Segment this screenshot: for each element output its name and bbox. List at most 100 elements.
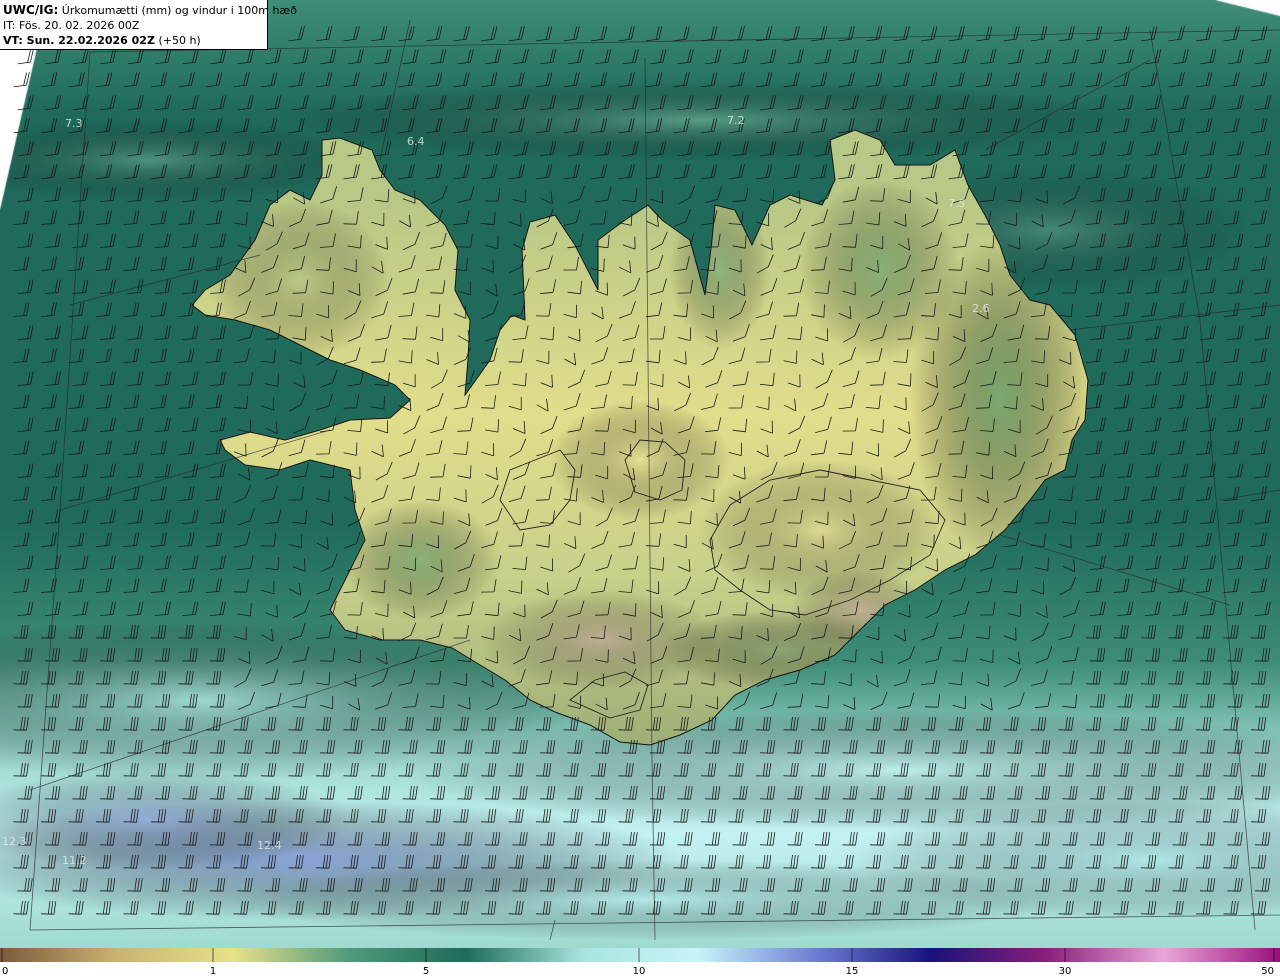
wind-barb <box>347 554 365 571</box>
wind-barb <box>426 209 444 227</box>
wind-barb <box>618 301 636 319</box>
wind-barb <box>622 372 638 386</box>
wind-barb <box>41 164 58 180</box>
wind-barb <box>732 650 746 664</box>
wind-barb <box>783 533 798 548</box>
wind-barb <box>233 443 247 457</box>
wind-barb <box>127 233 144 248</box>
wind-barb <box>567 785 583 800</box>
wind-barb <box>1172 187 1189 202</box>
wind-barb <box>1117 325 1134 340</box>
wind-barb <box>1034 877 1051 892</box>
wind-barb <box>398 854 414 869</box>
wind-barb <box>540 232 558 250</box>
wind-barb <box>44 831 61 846</box>
wind-barb <box>233 300 251 319</box>
wind-barb <box>1223 302 1240 317</box>
wind-barb <box>622 785 638 800</box>
wind-barb <box>1089 601 1106 616</box>
wind-barb <box>650 693 667 709</box>
wind-barb <box>622 603 637 617</box>
wind-barb <box>1031 26 1048 42</box>
wind-barb <box>237 371 253 386</box>
wind-barb <box>838 577 856 594</box>
wind-barb <box>1254 647 1271 662</box>
wind-barb <box>1003 348 1020 363</box>
wind-barb <box>979 785 996 800</box>
wind-barb <box>1250 348 1267 363</box>
wind-barb <box>838 346 856 365</box>
wind-barb <box>95 624 112 639</box>
wind-barb <box>1250 440 1267 455</box>
wind-barb <box>481 26 498 42</box>
wind-barb <box>536 622 554 641</box>
wind-barb <box>1034 509 1051 524</box>
wind-barb <box>68 762 84 777</box>
wind-barb <box>1058 854 1074 869</box>
wind-barb <box>485 555 502 571</box>
wind-barb <box>1063 375 1076 389</box>
wind-barb <box>1089 509 1106 524</box>
wind-barb <box>127 555 144 570</box>
wind-barb <box>370 532 388 548</box>
wind-barb <box>866 626 880 641</box>
wind-barb <box>154 877 171 892</box>
wind-barb <box>237 324 255 342</box>
wind-barb <box>430 328 444 342</box>
wind-barb <box>343 347 361 365</box>
wind-barb <box>1062 785 1078 800</box>
wind-barb <box>95 578 112 593</box>
wind-barb <box>481 443 495 457</box>
wind-barb <box>1223 256 1240 271</box>
wind-barb <box>72 463 89 478</box>
wind-barb <box>123 716 139 731</box>
wind-barb <box>237 188 253 202</box>
wind-barb <box>920 670 937 685</box>
wind-barb <box>123 624 139 639</box>
wind-barb <box>210 49 227 65</box>
wind-barb <box>265 421 278 435</box>
wind-barb <box>40 532 57 547</box>
wind-barb <box>457 465 472 479</box>
wind-barb <box>838 164 855 180</box>
wind-barb <box>567 831 583 846</box>
wind-barb <box>678 375 691 389</box>
wind-barb <box>1140 348 1157 363</box>
wind-barb <box>815 141 832 157</box>
wind-barb <box>457 831 473 846</box>
wind-barb <box>866 26 883 42</box>
wind-barb <box>949 536 962 550</box>
wind-barb <box>99 785 116 800</box>
wind-barb <box>512 556 528 570</box>
wind-barb <box>398 438 416 457</box>
wind-barb <box>920 900 937 915</box>
wind-barb <box>618 395 633 410</box>
wind-barb <box>1058 762 1074 777</box>
wind-barb <box>673 808 689 823</box>
wind-barb <box>1250 256 1267 271</box>
wind-barb <box>347 739 363 754</box>
wind-barb <box>1003 26 1020 42</box>
wind-barb <box>673 303 689 318</box>
wind-barb <box>1254 739 1271 754</box>
wind-barb <box>68 532 85 547</box>
wind-barb <box>429 785 446 800</box>
wind-barb <box>1062 694 1077 709</box>
wind-barb <box>371 484 389 503</box>
wind-barb <box>40 394 57 409</box>
wind-barb <box>72 555 89 570</box>
wind-barb <box>178 394 195 409</box>
wind-barb <box>99 463 116 478</box>
wind-barb <box>783 854 799 869</box>
wind-barb <box>622 877 638 892</box>
wind-barb <box>320 49 337 65</box>
wind-barb <box>701 672 715 686</box>
wind-barb <box>233 716 249 731</box>
wind-barb <box>732 466 746 480</box>
wind-barb <box>233 579 249 593</box>
wind-barb <box>1223 624 1239 639</box>
wind-barb <box>838 394 855 410</box>
wind-barb <box>952 329 966 342</box>
wind-barb <box>480 762 497 777</box>
wind-barb <box>481 259 494 273</box>
